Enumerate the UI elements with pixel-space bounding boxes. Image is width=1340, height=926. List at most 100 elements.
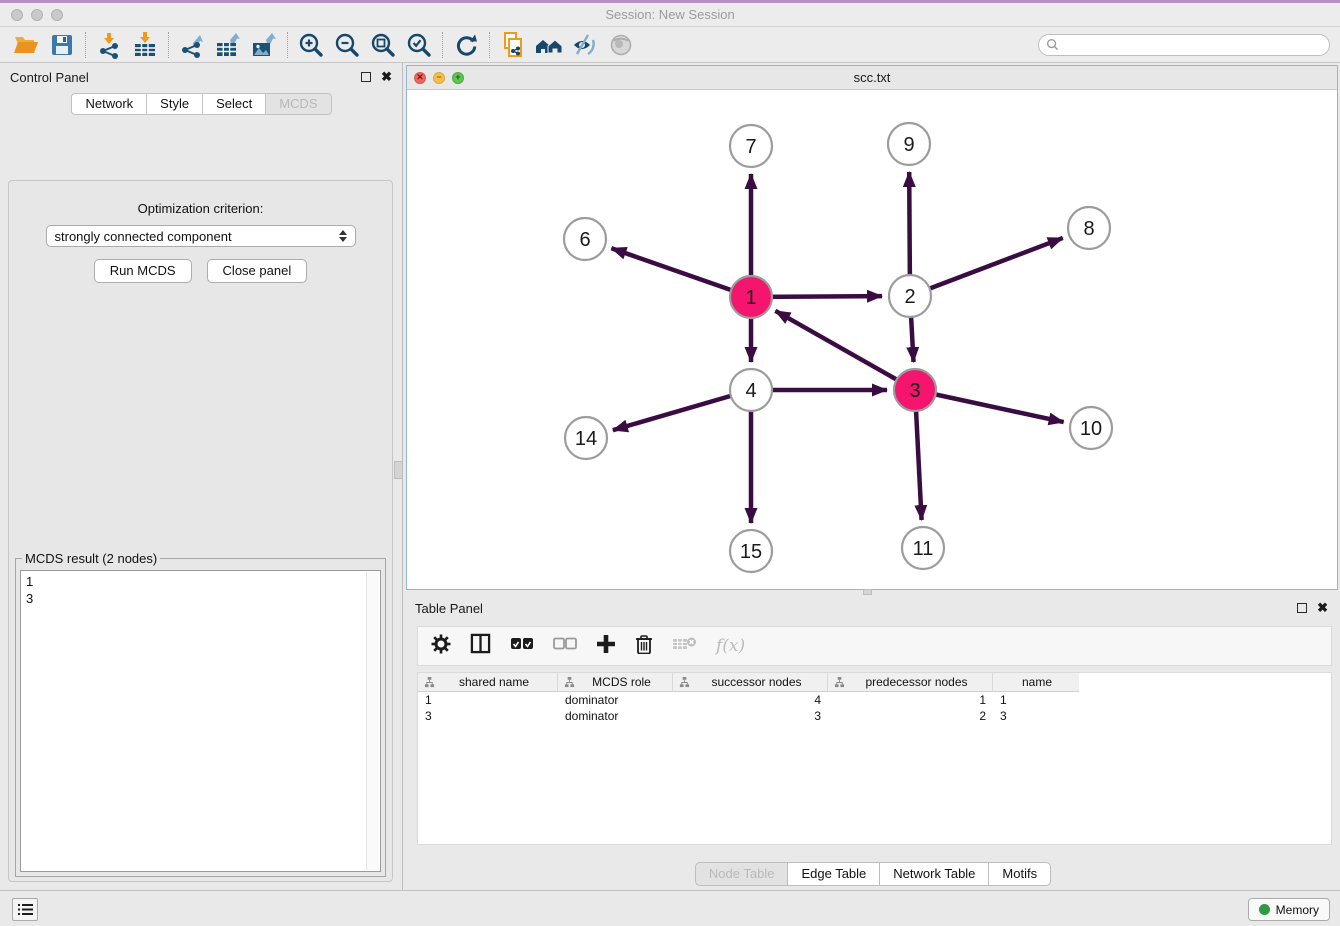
open-folder-icon — [12, 31, 40, 59]
toolbar-separator — [85, 32, 86, 58]
table-panel: Table Panel ✖ — [405, 595, 1340, 890]
table-panel-title: Table Panel — [415, 601, 483, 616]
open-session-button[interactable] — [8, 30, 44, 60]
result-scrollbar[interactable] — [366, 572, 379, 870]
delete-table-button[interactable] — [672, 636, 697, 657]
save-session-button[interactable] — [44, 30, 80, 60]
graph-edge-1-6[interactable] — [611, 248, 751, 297]
window-titlebar: Session: New Session — [0, 0, 1340, 27]
graph-node-label: 11 — [913, 538, 934, 560]
tab-network-table[interactable]: Network Table — [879, 862, 989, 886]
search-input[interactable] — [1064, 36, 1329, 54]
control-panel: Control Panel ✖ Network Style Select MCD… — [0, 63, 403, 890]
network-window: scc.txt ✕ − + 7968124314101511 — [406, 65, 1338, 590]
close-panel-button[interactable]: Close panel — [207, 259, 308, 283]
vertical-splitter-grip[interactable] — [394, 461, 403, 479]
refresh-view-button[interactable] — [448, 30, 484, 60]
cell-successor-nodes: 3 — [673, 709, 828, 723]
columns-icon — [470, 633, 491, 654]
tab-select[interactable]: Select — [202, 93, 266, 115]
graph-node-label: 4 — [745, 380, 756, 402]
network-canvas[interactable]: 7968124314101511 — [407, 90, 1337, 589]
column-header-successor-nodes[interactable]: successor nodes — [673, 673, 828, 691]
import-network-button[interactable] — [91, 30, 127, 60]
column-header-predecessor-nodes[interactable]: predecessor nodes — [828, 673, 993, 691]
table-row[interactable]: 3 dominator 3 2 3 — [418, 708, 1079, 724]
zoom-out-button[interactable] — [329, 30, 365, 60]
clone-network-button[interactable] — [495, 30, 531, 60]
float-panel-icon[interactable] — [361, 72, 371, 82]
export-network-button[interactable] — [174, 30, 210, 60]
add-column-button[interactable] — [596, 634, 616, 659]
toolbar-separator — [287, 32, 288, 58]
graph-node-label: 1 — [745, 287, 756, 309]
cell-shared-name: 3 — [418, 709, 558, 723]
export-network-icon — [178, 31, 206, 59]
import-table-button[interactable] — [127, 30, 163, 60]
control-panel-tabs: Network Style Select MCDS — [0, 93, 402, 115]
first-neighbors-button[interactable] — [531, 30, 567, 60]
network-graph[interactable]: 7968124314101511 — [407, 90, 1337, 589]
toolbar-separator — [489, 32, 490, 58]
delete-column-button[interactable] — [635, 634, 653, 659]
graph-edge-2-8[interactable] — [910, 238, 1063, 296]
graph-edge-3-10[interactable] — [915, 390, 1064, 422]
mcds-result-textarea[interactable]: 1 3 — [20, 570, 381, 872]
tab-network[interactable]: Network — [71, 93, 147, 115]
mcds-result-line: 1 — [26, 573, 375, 590]
show-column-button[interactable] — [470, 633, 491, 659]
deselect-all-rows-button[interactable] — [553, 637, 577, 656]
gear-icon — [431, 634, 451, 654]
search-icon — [1046, 38, 1059, 51]
show-all-button[interactable] — [603, 30, 639, 60]
tab-style[interactable]: Style — [146, 93, 203, 115]
hierarchy-icon — [679, 677, 690, 688]
hierarchy-icon — [834, 677, 845, 688]
zoom-in-icon — [297, 31, 325, 59]
eye-icon — [607, 31, 635, 59]
zoom-selected-button[interactable] — [401, 30, 437, 60]
float-table-panel-icon[interactable] — [1297, 603, 1307, 613]
tab-edge-table[interactable]: Edge Table — [787, 862, 880, 886]
cell-mcds-role: dominator — [558, 693, 673, 707]
export-table-button[interactable] — [210, 30, 246, 60]
table-panel-header: Table Panel ✖ — [405, 595, 1340, 621]
column-header-shared-name[interactable]: shared name — [418, 673, 558, 691]
tab-node-table[interactable]: Node Table — [695, 862, 789, 886]
memory-button[interactable]: Memory — [1248, 898, 1330, 921]
close-table-panel-icon[interactable]: ✖ — [1317, 603, 1328, 613]
select-stepper-icon — [339, 230, 347, 242]
cell-successor-nodes: 4 — [673, 693, 828, 707]
node-table[interactable]: shared name MCDS role successor nodes pr… — [417, 672, 1332, 845]
graph-node-label: 7 — [745, 136, 756, 158]
optimization-criterion-value: strongly connected component — [55, 229, 232, 244]
export-image-button[interactable] — [246, 30, 282, 60]
graph-edge-3-1[interactable] — [775, 311, 915, 390]
table-row[interactable]: 1 dominator 4 1 1 — [418, 692, 1079, 708]
graph-node-label: 15 — [740, 541, 762, 563]
list-icon — [18, 903, 33, 916]
window-title: Session: New Session — [0, 7, 1340, 22]
zoom-fit-button[interactable] — [365, 30, 401, 60]
optimization-criterion-select[interactable]: strongly connected component — [46, 225, 356, 247]
table-settings-button[interactable] — [431, 634, 451, 659]
table-toolbar: f(x) — [417, 626, 1332, 666]
graph-node-label: 14 — [575, 428, 597, 450]
column-header-mcds-role[interactable]: MCDS role — [558, 673, 673, 691]
column-header-name[interactable]: name — [993, 673, 1079, 691]
hide-selected-button[interactable] — [567, 30, 603, 60]
zoom-selected-icon — [405, 31, 433, 59]
houses-icon — [534, 31, 564, 59]
function-builder-button[interactable]: f(x) — [716, 636, 745, 656]
tab-mcds[interactable]: MCDS — [265, 93, 331, 115]
refresh-icon — [452, 31, 480, 59]
table-header-row: shared name MCDS role successor nodes pr… — [418, 673, 1079, 692]
zoom-in-button[interactable] — [293, 30, 329, 60]
task-history-button[interactable] — [12, 898, 38, 921]
run-mcds-button[interactable]: Run MCDS — [94, 259, 192, 283]
close-panel-icon[interactable]: ✖ — [381, 72, 392, 82]
mcds-result-group: MCDS result (2 nodes) 1 3 — [15, 551, 386, 877]
select-all-rows-button[interactable] — [510, 637, 534, 656]
toolbar-search[interactable] — [1038, 34, 1330, 56]
tab-motifs[interactable]: Motifs — [988, 862, 1051, 886]
